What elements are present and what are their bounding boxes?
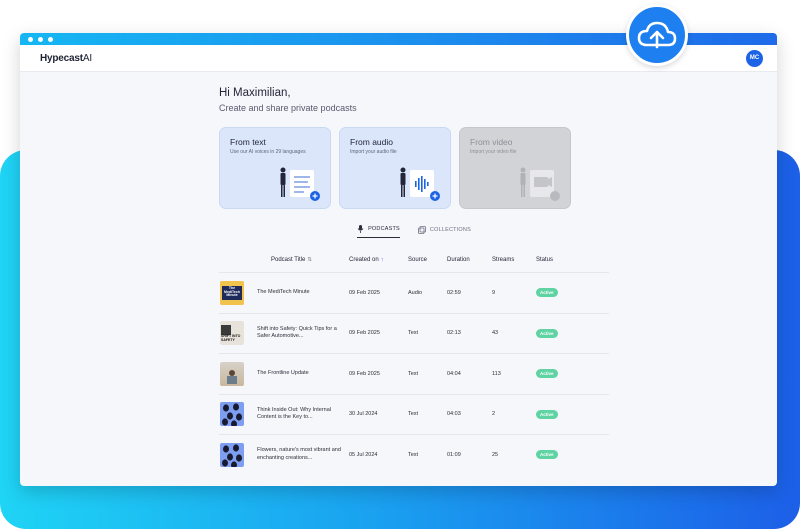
card-title: From video: [470, 137, 513, 147]
podcast-title: Flowers, nature's most vibrant and encha…: [257, 447, 341, 461]
duration: 02:13: [447, 330, 461, 337]
window-dot-icon: [48, 36, 53, 42]
brand-logo[interactable]: HypecastAI: [40, 53, 92, 64]
duration: 01:09: [447, 451, 461, 458]
window-dot-icon: [28, 36, 33, 42]
sort-icon[interactable]: ⇅: [307, 257, 312, 263]
streams: 113: [492, 370, 501, 377]
streams: 25: [492, 451, 499, 458]
source: Audio: [408, 289, 423, 296]
brand-suffix: AI: [82, 52, 92, 64]
column-header-duration: Duration: [447, 257, 470, 263]
pattern-thumbnail-icon: [222, 444, 242, 467]
created-date: 30 Jul 2024: [349, 411, 378, 418]
created-date: 09 Feb 2025: [349, 370, 380, 377]
podcast-title: Think Inside Out: Why Internal Content i…: [257, 406, 331, 421]
source: Text: [408, 330, 419, 337]
podcast-thumbnail: SHIFT INTO SAFETY: [220, 321, 244, 346]
podcast-thumbnail: [220, 442, 244, 467]
podcast-thumbnail: [220, 361, 244, 386]
created-date: 09 Feb 2025: [349, 289, 380, 296]
column-header-streams: Streams: [492, 257, 515, 263]
card-title: From audio: [350, 137, 393, 147]
greeting-subtitle: Create and share private podcasts: [219, 103, 357, 113]
from-audio-card[interactable]: From audio Import your audio file: [339, 127, 451, 209]
source: Text: [408, 411, 419, 418]
card-subtitle: Use our AI voices in 29 languages: [230, 149, 306, 155]
from-text-card[interactable]: From text Use our AI voices in 29 langua…: [219, 127, 331, 209]
podcast-title: Shift into Safety: Quick Tips for a Safe…: [257, 325, 337, 340]
status-badge: Active: [536, 409, 558, 419]
create-options: From text Use our AI voices in 29 langua…: [219, 127, 609, 209]
tab-label: PODCASTS: [368, 226, 400, 232]
source: Text: [408, 451, 419, 458]
column-header-status: Status: [536, 257, 554, 263]
duration: 04:03: [447, 411, 461, 418]
greeting-title: Hi Maximilian,: [219, 87, 291, 99]
window-dot-icon: [38, 36, 43, 42]
microphone-icon: [357, 225, 364, 233]
streams: 2: [492, 411, 496, 418]
podcast-thumbnail: [220, 402, 244, 427]
podcast-thumbnail: The MediTech Minute: [220, 280, 244, 305]
collections-icon: [418, 225, 426, 234]
card-subtitle: Import your video file: [470, 149, 517, 155]
created-date: 09 Feb 2025: [349, 330, 380, 337]
streams: 43: [492, 330, 499, 337]
tab-podcasts[interactable]: PODCASTS: [357, 225, 400, 238]
cloud-upload-badge: [626, 4, 688, 66]
duration: 04:04: [447, 370, 461, 377]
text-document-icon: [280, 167, 320, 201]
podcast-title: The Frontline Update: [257, 369, 309, 376]
podcast-tabs: PODCASTS COLLECTIONS: [219, 225, 609, 238]
streams: 9: [492, 289, 496, 296]
from-video-card: From video Import your video file: [459, 127, 571, 209]
sort-ascending-icon[interactable]: ↑: [381, 257, 384, 263]
app-window: HypecastAI MC Hi Maximilian, Create and …: [20, 33, 777, 486]
card-title: From text: [230, 137, 266, 147]
brand-name: Hypecast: [40, 52, 83, 64]
podcast-title: The MediTech Minute: [257, 288, 310, 295]
status-badge: Active: [536, 450, 558, 460]
video-file-icon: [520, 167, 560, 201]
status-badge: Active: [536, 288, 558, 298]
table-header: Podcast Title ⇅ Created on ↑ Source Durati…: [219, 254, 609, 266]
table-row[interactable]: The MediTech Minute The MediTech Minute …: [219, 272, 609, 313]
pattern-thumbnail-icon: [222, 403, 242, 427]
column-header-created[interactable]: Created on ↑: [349, 257, 408, 263]
status-badge: Active: [536, 328, 558, 338]
main-content: Hi Maximilian, Create and share private …: [219, 87, 609, 475]
card-subtitle: Import your audio file: [350, 149, 397, 155]
table-row[interactable]: SHIFT INTO SAFETY Shift into Safety: Qui…: [219, 312, 609, 354]
column-header-title[interactable]: Podcast Title ⇅: [257, 256, 349, 265]
user-avatar[interactable]: MC: [746, 49, 763, 67]
source: Text: [408, 370, 419, 377]
table-row[interactable]: Flowers, nature's most vibrant and encha…: [219, 434, 609, 475]
tab-collections[interactable]: COLLECTIONS: [418, 225, 471, 238]
table-row[interactable]: Think Inside Out: Why Internal Content i…: [219, 393, 609, 435]
tab-label: COLLECTIONS: [429, 226, 471, 233]
created-date: 05 Jul 2024: [349, 451, 378, 458]
cloud-upload-icon: [637, 21, 677, 49]
column-header-source: Source: [408, 257, 428, 263]
table-row[interactable]: The Frontline Update 09 Feb 2025 Text 04…: [219, 353, 609, 394]
podcast-table-body: The MediTech Minute The MediTech Minute …: [219, 272, 609, 475]
audio-file-icon: [400, 167, 440, 201]
duration: 02:59: [447, 289, 461, 296]
status-badge: Active: [536, 369, 558, 379]
